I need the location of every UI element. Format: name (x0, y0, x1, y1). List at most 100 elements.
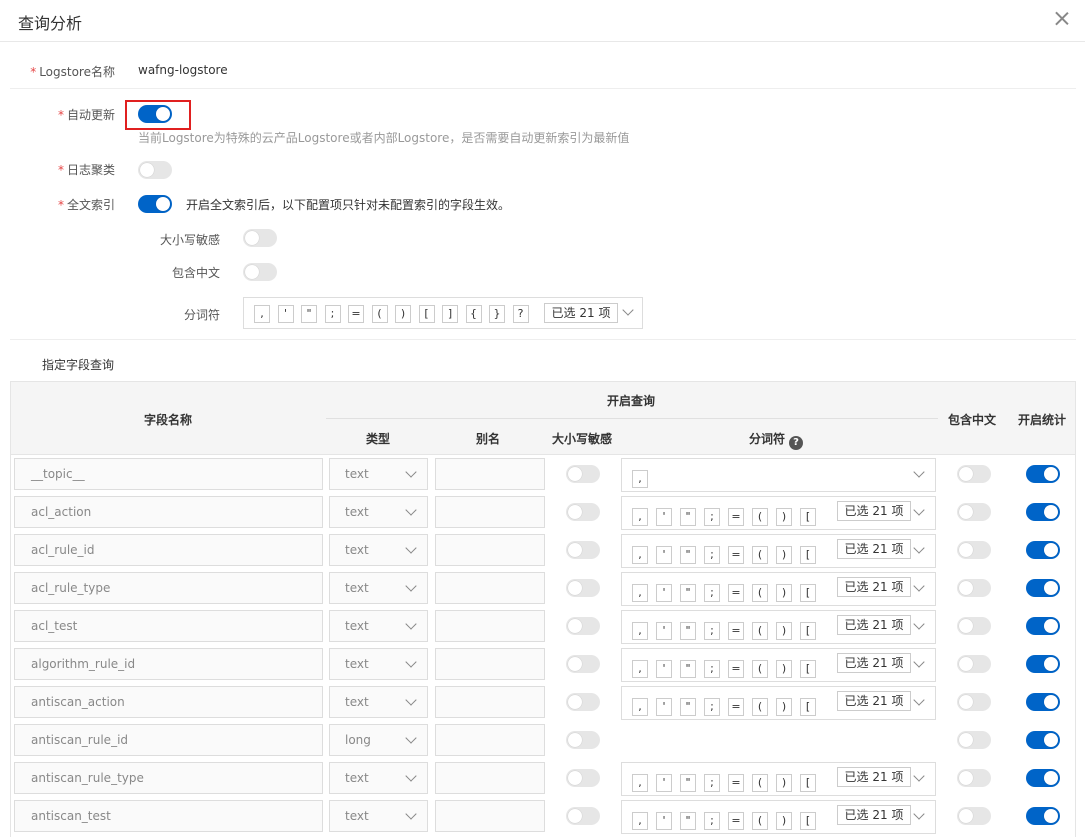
auto-update-switch[interactable] (138, 105, 172, 123)
case-sensitive-switch[interactable] (566, 769, 600, 787)
enable-stats-switch[interactable] (1026, 617, 1060, 635)
enable-stats-switch[interactable] (1026, 655, 1060, 673)
field-name-input[interactable]: __topic__ (14, 458, 323, 490)
delimiter-select[interactable]: , ' "; = () [已选 21 项 (621, 648, 936, 682)
enable-stats-switch[interactable] (1026, 769, 1060, 787)
chevron-down-icon[interactable] (405, 504, 417, 516)
type-select[interactable]: text (329, 648, 428, 680)
type-select[interactable]: long (329, 724, 428, 756)
token-overflow-mask (818, 573, 834, 605)
enable-stats-switch[interactable] (1026, 807, 1060, 825)
delimiter-select[interactable]: , ' "; = () [已选 21 项 (621, 496, 936, 530)
chevron-down-icon[interactable] (405, 694, 417, 706)
type-select[interactable]: text (329, 534, 428, 566)
field-name-input[interactable]: acl_test (14, 610, 323, 642)
alias-input[interactable] (435, 800, 545, 832)
chevron-down-icon[interactable] (405, 542, 417, 554)
alias-input[interactable] (435, 458, 545, 490)
chevron-down-icon[interactable] (913, 466, 925, 478)
delimiter-select[interactable]: , ' "; = () [已选 21 项 (621, 534, 936, 568)
chevron-down-icon[interactable] (405, 808, 417, 820)
chevron-down-icon[interactable] (405, 618, 417, 630)
chevron-down-icon[interactable] (405, 466, 417, 478)
chevron-down-icon[interactable] (913, 694, 925, 706)
alias-input[interactable] (435, 724, 545, 756)
col-header-type: 类型 (366, 432, 391, 446)
chevron-down-icon[interactable] (405, 656, 417, 668)
alias-input[interactable] (435, 610, 545, 642)
enable-stats-switch[interactable] (1026, 503, 1060, 521)
log-cluster-switch[interactable] (138, 161, 172, 179)
type-select[interactable]: text (329, 800, 428, 832)
include-chinese-switch[interactable] (957, 769, 991, 787)
type-select[interactable]: text (329, 686, 428, 718)
delimiter-select[interactable]: , (621, 458, 936, 492)
delimiter-select[interactable]: , ' "; = () [已选 21 项 (621, 572, 936, 606)
include-chinese-switch[interactable] (243, 263, 277, 281)
chevron-down-icon[interactable] (405, 580, 417, 592)
delimiter-select[interactable]: , ' "; = () [已选 21 项 (621, 762, 936, 796)
enable-stats-switch[interactable] (1026, 579, 1060, 597)
chevron-down-icon[interactable] (622, 304, 634, 316)
field-name-input[interactable]: acl_rule_type (14, 572, 323, 604)
help-icon[interactable]: ? (789, 436, 804, 450)
case-sensitive-switch[interactable] (566, 465, 600, 483)
include-chinese-switch[interactable] (957, 731, 991, 749)
alias-input[interactable] (435, 496, 545, 528)
field-name-input[interactable]: antiscan_test (14, 800, 323, 832)
enable-stats-switch[interactable] (1026, 465, 1060, 483)
delimiter-select[interactable]: , ' "; = () [已选 21 项 (621, 686, 936, 720)
type-select[interactable]: text (329, 610, 428, 642)
case-sensitive-switch[interactable] (566, 807, 600, 825)
case-sensitive-switch[interactable] (566, 655, 600, 673)
field-name-input[interactable]: algorithm_rule_id (14, 648, 323, 680)
chevron-down-icon[interactable] (913, 504, 925, 516)
type-select[interactable]: text (329, 762, 428, 794)
alias-input[interactable] (435, 762, 545, 794)
case-sensitive-switch[interactable] (566, 503, 600, 521)
case-sensitive-switch[interactable] (566, 731, 600, 749)
type-select[interactable]: text (329, 572, 428, 604)
delimiter-select[interactable]: 已选 21 项 , ' "; = () [] {}? (243, 297, 643, 329)
enable-stats-switch[interactable] (1026, 693, 1060, 711)
enable-stats-switch[interactable] (1026, 731, 1060, 749)
include-chinese-switch[interactable] (957, 693, 991, 711)
chevron-down-icon[interactable] (405, 770, 417, 782)
include-chinese-switch[interactable] (957, 541, 991, 559)
col-header-field-name: 字段名称 (144, 413, 193, 427)
case-sensitive-switch[interactable] (566, 541, 600, 559)
case-sensitive-switch[interactable] (243, 229, 277, 247)
fulltext-index-switch[interactable] (138, 195, 172, 213)
chevron-down-icon[interactable] (405, 732, 417, 744)
include-chinese-switch[interactable] (957, 465, 991, 483)
chevron-down-icon[interactable] (913, 618, 925, 630)
type-select[interactable]: text (329, 496, 428, 528)
field-name-input[interactable]: antiscan_rule_id (14, 724, 323, 756)
type-select[interactable]: text (329, 458, 428, 490)
field-name-input[interactable]: acl_rule_id (14, 534, 323, 566)
close-icon[interactable] (1051, 8, 1073, 30)
chevron-down-icon[interactable] (913, 580, 925, 592)
chevron-down-icon[interactable] (913, 656, 925, 668)
field-name-input[interactable]: antiscan_rule_type (14, 762, 323, 794)
field-name-input[interactable]: acl_action (14, 496, 323, 528)
include-chinese-switch[interactable] (957, 655, 991, 673)
include-chinese-switch[interactable] (957, 503, 991, 521)
alias-input[interactable] (435, 572, 545, 604)
case-sensitive-switch[interactable] (566, 617, 600, 635)
alias-input[interactable] (435, 534, 545, 566)
delimiter-select[interactable]: , ' "; = () [已选 21 项 (621, 800, 936, 834)
chevron-down-icon[interactable] (913, 770, 925, 782)
enable-stats-switch[interactable] (1026, 541, 1060, 559)
alias-input[interactable] (435, 648, 545, 680)
case-sensitive-switch[interactable] (566, 579, 600, 597)
chevron-down-icon[interactable] (913, 808, 925, 820)
alias-input[interactable] (435, 686, 545, 718)
include-chinese-switch[interactable] (957, 617, 991, 635)
field-name-input[interactable]: antiscan_action (14, 686, 323, 718)
include-chinese-switch[interactable] (957, 807, 991, 825)
chevron-down-icon[interactable] (913, 542, 925, 554)
include-chinese-switch[interactable] (957, 579, 991, 597)
delimiter-select[interactable]: , ' "; = () [已选 21 项 (621, 610, 936, 644)
case-sensitive-switch[interactable] (566, 693, 600, 711)
